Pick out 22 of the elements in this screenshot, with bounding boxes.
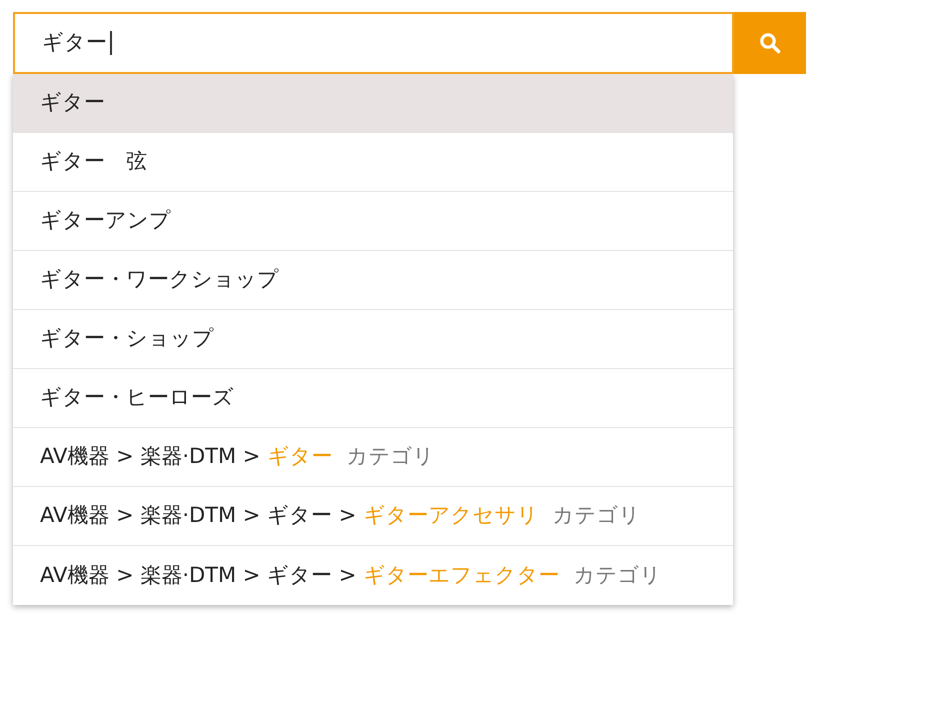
category-path: AV機器 > 楽器·DTM >: [40, 443, 260, 470]
suggestion-item[interactable]: ギター・ショップ: [13, 310, 733, 369]
suggestion-item[interactable]: ギター: [13, 74, 733, 133]
suggestion-item[interactable]: ギター 弦: [13, 133, 733, 192]
text-cursor-icon: [110, 31, 112, 55]
category-suggestion[interactable]: AV機器 > 楽器·DTM > ギター カテゴリ: [13, 428, 733, 487]
category-label: カテゴリ: [346, 443, 434, 470]
category-match: ギターエフェクター: [363, 562, 560, 589]
suggestion-item[interactable]: ギターアンプ: [13, 192, 733, 251]
category-match: ギター: [267, 443, 332, 470]
search-field[interactable]: ギター: [13, 12, 734, 74]
category-label: カテゴリ: [573, 562, 662, 589]
search-button[interactable]: [734, 12, 806, 74]
search-icon: [759, 32, 781, 54]
suggestion-item[interactable]: ギター・ヒーローズ: [13, 369, 733, 428]
category-suggestion[interactable]: AV機器 > 楽器·DTM > ギター > ギターエフェクター カテゴリ: [13, 546, 733, 605]
category-path: AV機器 > 楽器·DTM > ギター >: [40, 502, 356, 530]
category-path: AV機器 > 楽器·DTM > ギター >: [40, 562, 356, 589]
category-label: カテゴリ: [552, 502, 640, 530]
category-match: ギターアクセサリ: [363, 502, 538, 530]
suggestion-item[interactable]: ギター・ワークショップ: [13, 251, 733, 310]
category-suggestion[interactable]: AV機器 > 楽器·DTM > ギター > ギターアクセサリ カテゴリ: [13, 487, 733, 546]
